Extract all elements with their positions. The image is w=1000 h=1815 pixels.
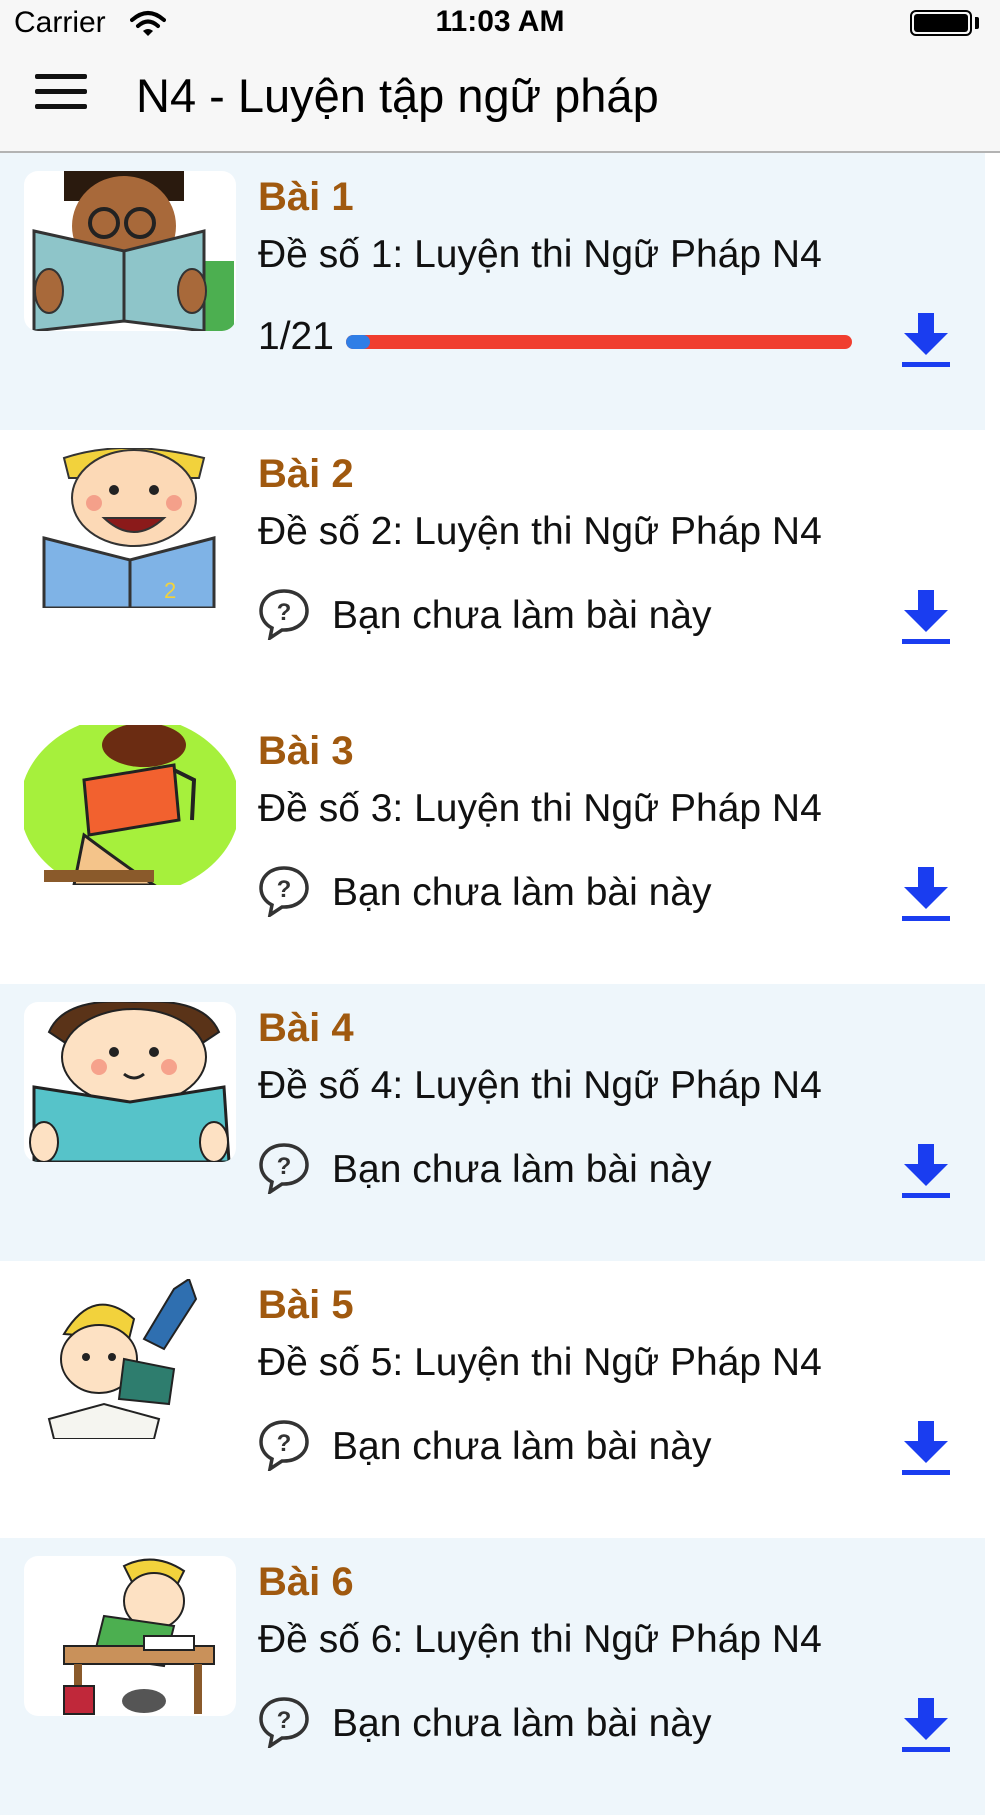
lesson-thumbnail-3 <box>24 725 236 885</box>
svg-text:?: ? <box>277 1430 292 1457</box>
download-icon[interactable] <box>900 1144 952 1200</box>
download-icon[interactable] <box>900 1421 952 1477</box>
progress-bar <box>346 335 852 349</box>
lesson-title: Bài 2 <box>258 452 354 496</box>
svg-text:?: ? <box>277 876 292 903</box>
progress-bar-fill <box>346 335 371 349</box>
lesson-item-3[interactable]: Bài 3 Đề số 3: Luyện thi Ngữ Pháp N4 ? B… <box>0 707 985 984</box>
lesson-item-6[interactable]: Bài 6 Đề số 6: Luyện thi Ngữ Pháp N4 ? B… <box>0 1538 985 1815</box>
lesson-item-1[interactable]: Bài 1 Đề số 1: Luyện thi Ngữ Pháp N4 1/2… <box>0 153 985 430</box>
question-bubble-icon: ? <box>259 1420 309 1471</box>
lesson-subtitle: Đề số 3: Luyện thi Ngữ Pháp N4 <box>258 787 822 830</box>
lesson-item-2[interactable]: 2 Bài 2 Đề số 2: Luyện thi Ngữ Pháp N4 ?… <box>0 430 985 707</box>
lesson-item-5[interactable]: Bài 5 Đề số 5: Luyện thi Ngữ Pháp N4 ? B… <box>0 1261 985 1538</box>
lesson-subtitle: Đề số 2: Luyện thi Ngữ Pháp N4 <box>258 510 822 553</box>
lesson-title: Bài 5 <box>258 1283 354 1327</box>
hamburger-menu-icon[interactable] <box>35 74 87 114</box>
lesson-thumbnail-6 <box>24 1556 236 1716</box>
lesson-title: Bài 3 <box>258 729 354 773</box>
lesson-subtitle: Đề số 4: Luyện thi Ngữ Pháp N4 <box>258 1064 822 1107</box>
lesson-status: Bạn chưa làm bài này <box>332 1425 712 1468</box>
svg-text:2: 2 <box>164 578 176 603</box>
battery-icon <box>910 10 972 36</box>
lesson-title: Bài 4 <box>258 1006 354 1050</box>
lesson-status: Bạn chưa làm bài này <box>332 871 712 914</box>
download-icon[interactable] <box>900 590 952 646</box>
lesson-item-4[interactable]: Bài 4 Đề số 4: Luyện thi Ngữ Pháp N4 ? B… <box>0 984 985 1261</box>
question-bubble-icon: ? <box>259 589 309 640</box>
lesson-thumbnail-4 <box>24 1002 236 1162</box>
question-bubble-icon: ? <box>259 1143 309 1194</box>
lesson-title: Bài 1 <box>258 175 354 219</box>
lesson-thumbnail-5 <box>24 1279 236 1439</box>
lesson-status: Bạn chưa làm bài này <box>332 594 712 637</box>
download-icon[interactable] <box>900 313 952 369</box>
clock-time: 11:03 AM <box>435 5 565 38</box>
question-bubble-icon: ? <box>259 866 309 917</box>
lesson-subtitle: Đề số 6: Luyện thi Ngữ Pháp N4 <box>258 1618 822 1661</box>
battery-tip <box>975 17 979 29</box>
question-bubble-icon: ? <box>259 1697 309 1748</box>
lesson-subtitle: Đề số 5: Luyện thi Ngữ Pháp N4 <box>258 1341 822 1384</box>
lesson-title: Bài 6 <box>258 1560 354 1604</box>
navigation-bar: N4 - Luyện tập ngữ pháp <box>0 50 1000 153</box>
lesson-thumbnail-2: 2 <box>24 448 236 608</box>
download-icon[interactable] <box>900 867 952 923</box>
svg-text:?: ? <box>277 599 292 626</box>
svg-text:?: ? <box>277 1153 292 1180</box>
lesson-subtitle: Đề số 1: Luyện thi Ngữ Pháp N4 <box>258 233 822 276</box>
status-bar: Carrier 11:03 AM <box>0 0 1000 50</box>
page-title: N4 - Luyện tập ngữ pháp <box>136 69 659 122</box>
lesson-list: Bài 1 Đề số 1: Luyện thi Ngữ Pháp N4 1/2… <box>0 153 1000 1815</box>
download-icon[interactable] <box>900 1698 952 1754</box>
lesson-thumbnail-1 <box>24 171 236 331</box>
svg-text:?: ? <box>277 1707 292 1734</box>
lesson-status: Bạn chưa làm bài này <box>332 1702 712 1745</box>
progress-count: 1/21 <box>258 315 334 358</box>
lesson-status: Bạn chưa làm bài này <box>332 1148 712 1191</box>
